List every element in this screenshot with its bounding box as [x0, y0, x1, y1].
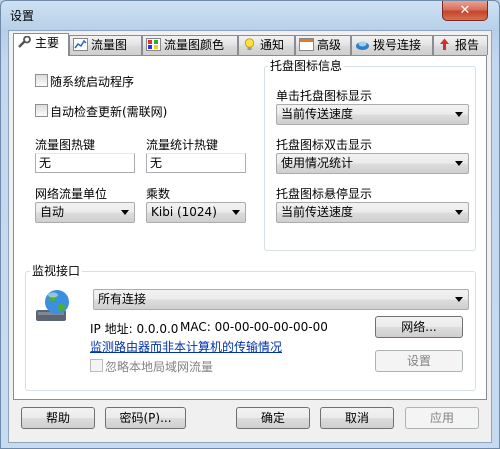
double-click-value: 使用情况统计	[281, 156, 354, 170]
traffic-unit-label: 网络流量单位	[35, 187, 108, 201]
tab-notify[interactable]: 通知	[238, 35, 295, 55]
graph-hotkey-input[interactable]: 无	[35, 153, 135, 173]
close-button[interactable]: ✕	[442, 1, 488, 21]
chevron-down-icon	[455, 161, 463, 166]
chevron-down-icon	[455, 210, 463, 215]
auto-update-label: 自动检查更新(需联网)	[50, 105, 168, 119]
chevron-down-icon	[232, 210, 240, 215]
stats-hotkey-input[interactable]: 无	[146, 153, 246, 173]
tray-group-title: 托盘图标信息	[268, 59, 345, 73]
title-bar[interactable]: 设置 ✕	[1, 1, 499, 29]
tab-notify-label: 通知	[260, 38, 285, 52]
ip-address-text: IP 地址: 0.0.0.0	[90, 322, 179, 336]
mac-address-text: MAC: 00-00-00-00-00-00	[180, 320, 328, 334]
tab-advanced-label: 高级	[317, 38, 342, 52]
multiplier-select[interactable]: Kibi (1024)	[146, 202, 246, 223]
tab-graph-colors[interactable]: 流量图颜色	[142, 35, 238, 55]
chevron-down-icon	[455, 297, 463, 302]
startup-checkbox[interactable]	[35, 74, 48, 87]
report-icon	[437, 38, 452, 51]
dialog-client: 主要 流量图 流量图颜色 通知 高级 拨号连接 报告 随系统启动程序 自动检查更…	[8, 30, 492, 443]
tab-report[interactable]: 报告	[433, 35, 488, 55]
tab-report-label: 报告	[455, 38, 480, 52]
network-globe-icon	[34, 288, 74, 324]
interface-value: 所有连接	[98, 292, 147, 306]
ok-button[interactable]: 确定	[236, 407, 310, 429]
ignore-lan-label: 忽略本地局域网流量	[105, 360, 214, 374]
single-click-select[interactable]: 当前传送速度	[276, 104, 469, 125]
window-title: 设置	[10, 9, 35, 23]
traffic-unit-select[interactable]: 自动	[35, 202, 135, 223]
double-click-select[interactable]: 使用情况统计	[276, 153, 469, 174]
chevron-down-icon	[455, 112, 463, 117]
dialup-icon	[355, 38, 370, 51]
auto-update-checkbox[interactable]	[35, 104, 48, 117]
stats-hotkey-label: 流量统计热键	[146, 138, 219, 152]
traffic-unit-value: 自动	[40, 205, 65, 219]
graph-hotkey-label: 流量图热键	[35, 138, 96, 152]
password-button[interactable]: 密码(P)...	[105, 407, 186, 429]
graph-icon	[73, 38, 88, 51]
ignore-lan-checkbox[interactable]	[90, 359, 103, 372]
wrench-icon	[17, 35, 32, 49]
tab-advanced[interactable]: 高级	[295, 35, 351, 55]
settings-window: 设置 ✕ 主要 流量图 流量图颜色 通知 高级 拨号连接 报告 随系统启动程序 …	[0, 0, 500, 449]
apply-button[interactable]: 应用	[405, 407, 479, 429]
window-icon	[299, 38, 314, 51]
settings-button[interactable]: 设置	[375, 350, 463, 372]
palette-icon	[146, 38, 161, 51]
bulb-icon	[242, 38, 257, 51]
tab-graph[interactable]: 流量图	[69, 35, 142, 55]
tab-dialup-label: 拨号连接	[373, 38, 422, 52]
multiplier-label: 乘数	[146, 187, 171, 201]
tab-strip: 主要 流量图 流量图颜色 通知 高级 拨号连接 报告	[13, 33, 489, 56]
single-click-value: 当前传送速度	[281, 107, 354, 121]
router-monitor-link[interactable]: 监测路由器而非本计算机的传输情况	[90, 338, 282, 355]
help-button[interactable]: 帮助	[21, 407, 95, 429]
single-click-label: 单击托盘图标显示	[276, 89, 373, 103]
multiplier-value: Kibi (1024)	[151, 205, 217, 219]
network-button[interactable]: 网络...	[375, 316, 463, 338]
tab-main-label: 主要	[35, 36, 60, 50]
hover-label: 托盘图标悬停显示	[276, 187, 373, 201]
tab-main[interactable]: 主要	[13, 33, 69, 56]
tab-graph-label: 流量图	[91, 38, 128, 52]
chevron-down-icon	[121, 210, 129, 215]
monitor-group-title: 监视接口	[30, 264, 83, 278]
tab-graph-colors-label: 流量图颜色	[164, 38, 225, 52]
interface-select[interactable]: 所有连接	[93, 289, 469, 310]
startup-label: 随系统启动程序	[50, 75, 135, 89]
hover-value: 当前传送速度	[281, 205, 354, 219]
double-click-label: 托盘图标双击显示	[276, 138, 373, 152]
hover-select[interactable]: 当前传送速度	[276, 202, 469, 223]
tab-panel-main: 随系统启动程序 自动检查更新(需联网) 流量图热键 无 流量统计热键 无 网络流…	[13, 55, 487, 400]
tab-dialup[interactable]: 拨号连接	[351, 35, 433, 55]
cancel-button[interactable]: 取消	[320, 407, 394, 429]
